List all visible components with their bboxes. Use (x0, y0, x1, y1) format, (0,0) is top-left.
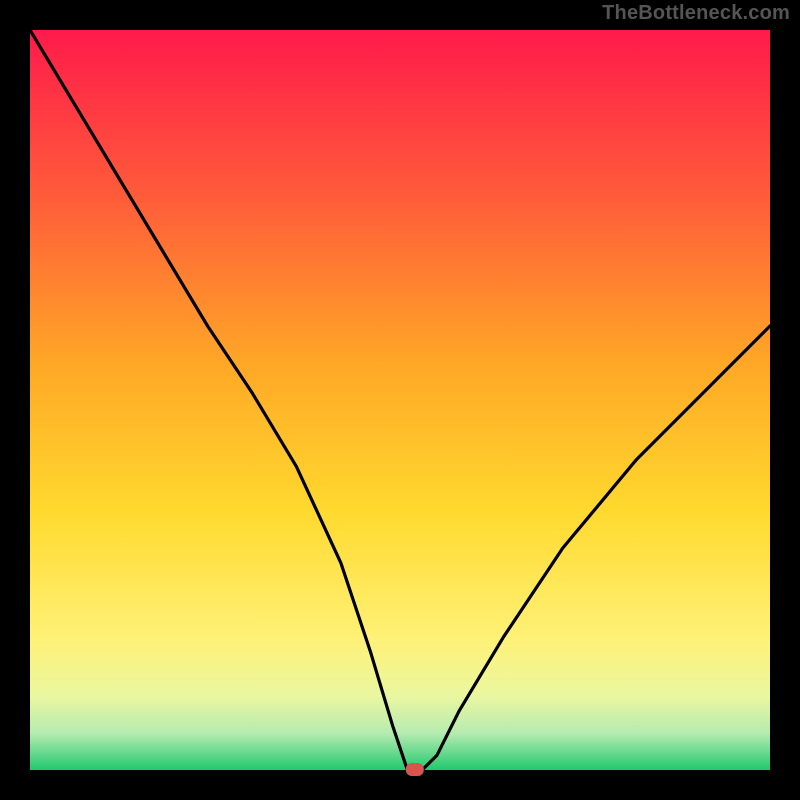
chart-container: TheBottleneck.com (0, 0, 800, 800)
watermark-text: TheBottleneck.com (602, 2, 790, 25)
min-marker (406, 763, 424, 776)
chart-svg (0, 0, 800, 800)
